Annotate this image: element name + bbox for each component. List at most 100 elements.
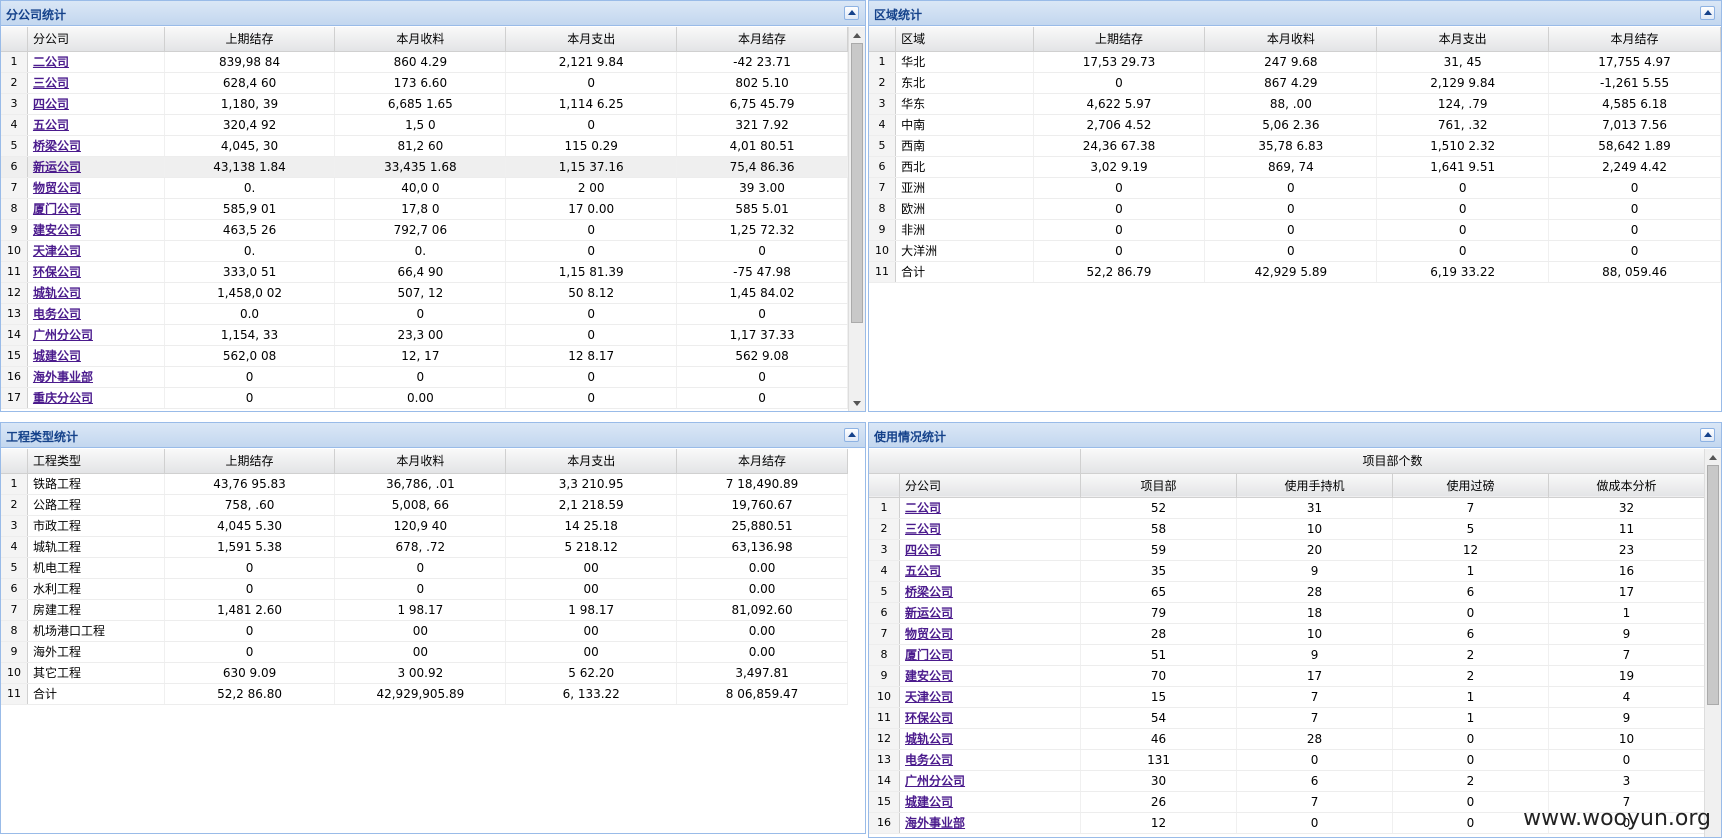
table-row[interactable]: 9 建安公司 70 17 2 19	[869, 665, 1706, 687]
table-row[interactable]: 8 欧洲 0 0 0 0	[869, 198, 1721, 220]
table-row[interactable]: 3 四公司 59 20 12 23	[869, 539, 1706, 561]
table-row[interactable]: 6 新运公司 43,138 1.84 33,435 1.68 1,15 37.16 75,…	[1, 156, 848, 178]
column-header[interactable]: 区域	[895, 27, 1034, 52]
table-row[interactable]: 5 桥梁公司 4,045, 30 81,2 60 115 0.29 4,01 80.51	[1, 135, 848, 157]
column-header[interactable]: 本月结存	[676, 27, 848, 52]
row-link[interactable]: 厦门公司	[27, 198, 165, 220]
table-row[interactable]: 9 非洲 0 0 0 0	[869, 219, 1721, 241]
table-row[interactable]: 11 合计 52,2 86.79 42,929 5.89 6,19 33.22 88, 0…	[869, 261, 1721, 283]
table-row[interactable]: 10 天津公司 0. 0. 0 0	[1, 240, 848, 262]
table-row[interactable]: 4 中南 2,706 4.52 5,06 2.36 761, .32 7,013 7.56	[869, 114, 1721, 136]
collapse-button[interactable]	[1700, 428, 1715, 442]
row-link[interactable]: 桥梁公司	[899, 581, 1082, 603]
column-header[interactable]: 本月支出	[505, 27, 678, 52]
column-header[interactable]: 本月收料	[334, 449, 507, 474]
table-row[interactable]: 2 公路工程 758, .60 5,008, 66 2,1 218.59 19,760.…	[1, 494, 848, 516]
scroll-thumb[interactable]	[1707, 465, 1719, 705]
row-link[interactable]: 三公司	[899, 518, 1082, 540]
column-header[interactable]: 分公司	[899, 473, 1082, 498]
scroll-up-icon[interactable]	[853, 33, 861, 38]
row-link[interactable]: 天津公司	[899, 686, 1082, 708]
table-row[interactable]: 10 其它工程 630 9.09 3 00.92 5 62.20 3,497.81	[1, 662, 848, 684]
table-row[interactable]: 6 新运公司 79 18 0 1	[869, 602, 1706, 624]
table-row[interactable]: 12 城轨公司 46 28 0 10	[869, 728, 1706, 750]
row-link[interactable]: 电务公司	[899, 749, 1082, 771]
row-link[interactable]: 电务公司	[27, 303, 165, 325]
row-link[interactable]: 物贸公司	[899, 623, 1082, 645]
table-row[interactable]: 4 五公司 320,4 92 1,5 0 0 321 7.92	[1, 114, 848, 136]
table-row[interactable]: 8 厦门公司 585,9 01 17,8 0 17 0.00 585 5.01	[1, 198, 848, 220]
column-header[interactable]: 上期结存	[164, 449, 336, 474]
table-row[interactable]: 10 大洋洲 0 0 0 0	[869, 240, 1721, 262]
row-link[interactable]: 环保公司	[899, 707, 1082, 729]
table-row[interactable]: 4 五公司 35 9 1 16	[869, 560, 1706, 582]
column-header[interactable]: 本月支出	[505, 449, 678, 474]
column-header[interactable]: 做成本分析	[1548, 473, 1706, 498]
row-link[interactable]: 环保公司	[27, 261, 165, 283]
row-link[interactable]: 城轨公司	[27, 282, 165, 304]
table-row[interactable]: 2 东北 0 867 4.29 2,129 9.84 -1,261 5.55	[869, 72, 1721, 94]
column-header[interactable]: 工程类型	[27, 449, 165, 474]
column-header[interactable]: 分公司	[27, 27, 165, 52]
scroll-down-icon[interactable]	[853, 401, 861, 406]
column-header[interactable]: 本月收料	[1204, 27, 1378, 52]
collapse-button[interactable]	[844, 6, 859, 20]
column-header[interactable]: 上期结存	[164, 27, 336, 52]
table-row[interactable]: 6 西北 3,02 9.19 869, 74 1,641 9.51 2,249 4.42	[869, 156, 1721, 178]
row-link[interactable]: 广州分公司	[27, 324, 165, 346]
table-row[interactable]: 13 电务公司 131 0 0 0	[869, 749, 1706, 771]
collapse-button[interactable]	[844, 428, 859, 442]
table-row[interactable]: 5 西南 24,36 67.38 35,78 6.83 1,510 2.32 58,642…	[869, 135, 1721, 157]
table-row[interactable]: 3 华东 4,622 5.97 88, .00 124, .79 4,585 6.18	[869, 93, 1721, 115]
row-link[interactable]: 重庆分公司	[27, 387, 165, 409]
row-link[interactable]: 四公司	[27, 93, 165, 115]
table-row[interactable]: 7 亚洲 0 0 0 0	[869, 177, 1721, 199]
table-row[interactable]: 7 物贸公司 28 10 6 9	[869, 623, 1706, 645]
table-row[interactable]: 9 建安公司 463,5 26 792,7 06 0 1,25 72.32	[1, 219, 848, 241]
collapse-button[interactable]	[1700, 6, 1715, 20]
table-row[interactable]: 16 海外事业部 0 0 0 0	[1, 366, 848, 388]
table-row[interactable]: 14 广州分公司 30 6 2 3	[869, 770, 1706, 792]
column-header[interactable]: 上期结存	[1033, 27, 1206, 52]
table-row[interactable]: 7 物贸公司 0. 40,0 02 00 39 3.00	[1, 177, 848, 199]
row-link[interactable]: 海外事业部	[27, 366, 165, 388]
table-row[interactable]: 3 四公司 1,180, 39 6,685 1.65 1,114 6.25 6,75 45…	[1, 93, 848, 115]
scroll-thumb[interactable]	[851, 43, 863, 323]
row-link[interactable]: 城建公司	[27, 345, 165, 367]
row-link[interactable]: 天津公司	[27, 240, 165, 262]
row-link[interactable]: 五公司	[899, 560, 1082, 582]
row-link[interactable]: 物贸公司	[27, 177, 165, 199]
column-header[interactable]: 使用过磅	[1392, 473, 1549, 498]
table-row[interactable]: 12 城轨公司 1,458,0 02 507, 12 50 8.12 1,45 84.02	[1, 282, 848, 304]
table-row[interactable]: 6 水利工程 0 0 00 0.00	[1, 578, 848, 600]
table-row[interactable]: 1 华北 17,53 29.73 247 9.68 31, 45 17,755 4.97	[869, 51, 1721, 73]
row-link[interactable]: 桥梁公司	[27, 135, 165, 157]
column-header[interactable]: 本月结存	[1548, 27, 1721, 52]
row-link[interactable]: 建安公司	[27, 219, 165, 241]
row-link[interactable]: 新运公司	[27, 156, 165, 178]
column-header[interactable]: 使用手持机	[1236, 473, 1394, 498]
row-link[interactable]: 广州分公司	[899, 770, 1082, 792]
table-row[interactable]: 8 厦门公司 51 9 2 7	[869, 644, 1706, 666]
table-row[interactable]: 11 环保公司 54 7 1 9	[869, 707, 1706, 729]
table-row[interactable]: 2 三公司 628,4 60 173 6.60 0 802 5.10	[1, 72, 848, 94]
table-row[interactable]: 1 二公司 839,98 84 860 4.29 2,121 9.84 -42 23.71	[1, 51, 848, 73]
column-header[interactable]: 项目部	[1080, 473, 1238, 498]
table-row[interactable]: 17 重庆分公司 0 0.00 0 0	[1, 387, 848, 409]
column-header[interactable]: 本月结存	[676, 449, 848, 474]
row-link[interactable]: 厦门公司	[899, 644, 1082, 666]
column-header[interactable]: 本月支出	[1376, 27, 1550, 52]
row-link[interactable]: 二公司	[27, 51, 165, 73]
row-link[interactable]: 五公司	[27, 114, 165, 136]
table-row[interactable]: 5 桥梁公司 65 28 6 17	[869, 581, 1706, 603]
row-link[interactable]: 新运公司	[899, 602, 1082, 624]
scroll-up-icon[interactable]	[1709, 455, 1717, 460]
row-link[interactable]: 建安公司	[899, 665, 1082, 687]
table-row[interactable]: 1 二公司 52 31 7 32	[869, 497, 1706, 519]
table-row[interactable]: 2 三公司 58 10 5 11	[869, 518, 1706, 540]
table-row[interactable]: 13 电务公司 0.0 0 0 0	[1, 303, 848, 325]
table-row[interactable]: 11 合计 52,2 86.80 42,929,905.89 6, 133.22 8 06…	[1, 683, 848, 705]
table-row[interactable]: 5 机电工程 0 0 00 0.00	[1, 557, 848, 579]
column-header[interactable]: 本月收料	[334, 27, 507, 52]
row-link[interactable]: 城轨公司	[899, 728, 1082, 750]
